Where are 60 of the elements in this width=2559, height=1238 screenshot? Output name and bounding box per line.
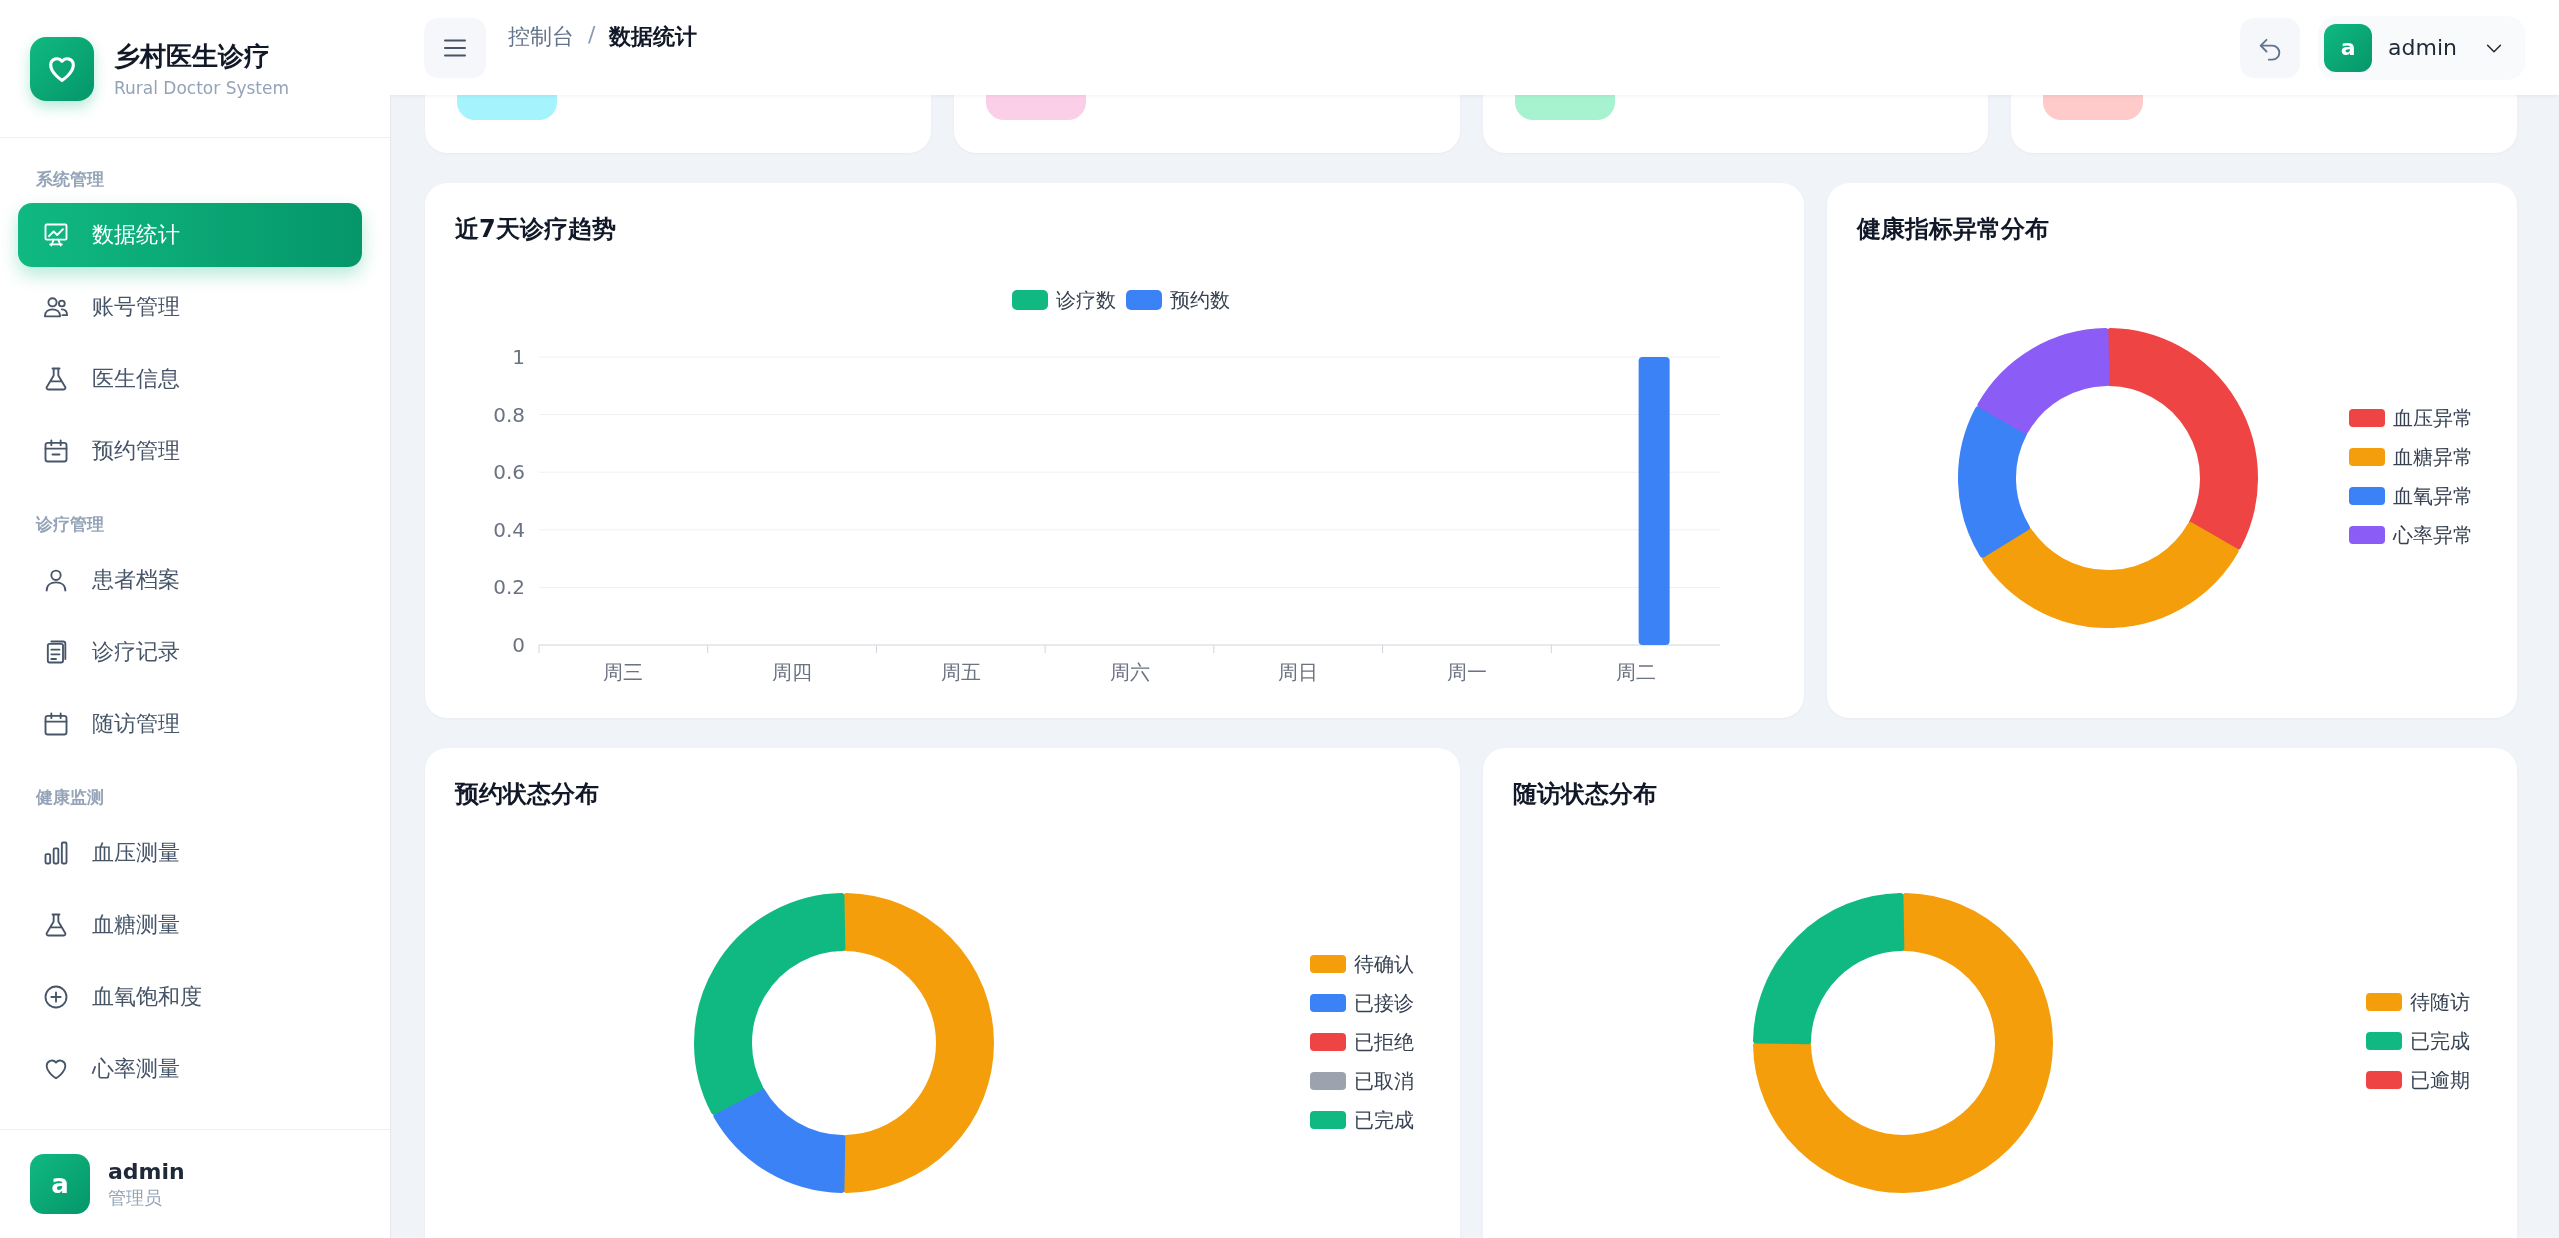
menu-button[interactable] <box>424 17 486 78</box>
legend-label[interactable]: 已接诊 <box>1354 991 1414 1015</box>
sidebar-item[interactable]: 患者档案 <box>18 548 362 612</box>
nav-group-label: 诊疗管理 <box>34 513 105 536</box>
legend-label[interactable]: 已逾期 <box>2409 1068 2470 1092</box>
calendar-icon <box>42 437 70 465</box>
legend-label[interactable]: 已完成 <box>2409 1029 2470 1053</box>
x-tick-label: 周一 <box>1446 660 1487 684</box>
app-subtitle: Rural Doctor System <box>114 78 290 98</box>
sidebar-item[interactable]: 医生信息 <box>18 347 362 411</box>
legend-label[interactable]: 待随访 <box>2409 990 2470 1014</box>
back-arrow-button[interactable] <box>2240 17 2301 78</box>
breadcrumb-separator: / <box>588 22 596 49</box>
y-tick-label: 1 <box>512 345 525 369</box>
user-avatar: a <box>30 1154 90 1214</box>
sidebar-item[interactable]: 血压测量 <box>18 821 362 885</box>
sidebar-item[interactable]: 预约管理 <box>18 419 362 483</box>
legend-label[interactable]: 待确认 <box>1354 952 1414 976</box>
legend-label[interactable]: 血糖异常 <box>2393 445 2474 469</box>
y-tick-label: 0.4 <box>493 517 525 542</box>
y-tick-label: 0.6 <box>493 460 525 485</box>
breadcrumb-link[interactable]: 控制台 <box>508 22 574 52</box>
x-tick-label: 周日 <box>1278 660 1319 684</box>
x-tick-label: 周四 <box>772 660 813 684</box>
x-tick-label: 周六 <box>1109 660 1150 684</box>
app-title: 乡村医生诊疗 <box>114 40 271 73</box>
legend-label[interactable]: 心率异常 <box>2393 523 2474 547</box>
chart-board-icon <box>42 221 70 249</box>
calendar-icon <box>42 710 70 738</box>
nav-group-label: 健康监测 <box>35 786 105 809</box>
y-tick-label: 0.2 <box>493 575 525 600</box>
card-title: 近7天诊疗趋势 <box>455 214 617 245</box>
user-role: 管理员 <box>108 1185 163 1210</box>
x-tick-label: 周二 <box>1615 660 1656 684</box>
y-tick-label: 0 <box>512 633 525 657</box>
y-tick-label: 0.8 <box>493 402 525 427</box>
sidebar-item[interactable]: 血氧饱和度 <box>18 965 362 1029</box>
card-title: 预约状态分布 <box>455 779 600 810</box>
breadcrumb-current: 数据统计 <box>609 23 698 51</box>
sidebar-item[interactable]: 血糖测量 <box>18 893 362 957</box>
nav-group-label: 系统管理 <box>35 168 105 191</box>
sidebar-item[interactable]: 心率测量 <box>18 1037 362 1101</box>
card-title: 健康指标异常分布 <box>1857 214 2051 245</box>
bar-chart-icon <box>42 839 70 867</box>
legend-label[interactable]: 血压异常 <box>2393 406 2474 430</box>
card-title: 随访状态分布 <box>1512 779 1658 810</box>
x-tick-label: 周五 <box>940 660 981 684</box>
x-tick-label: 周三 <box>603 660 644 684</box>
legend-label[interactable]: 血氧异常 <box>2393 484 2474 508</box>
legend-label[interactable]: 已完成 <box>1354 1108 1414 1132</box>
sidebar-item[interactable]: 诊疗记录 <box>18 620 362 684</box>
user-name: admin <box>108 1158 185 1184</box>
user-menu-button[interactable]: a admin <box>2318 15 2525 80</box>
sidebar-item[interactable]: 账号管理 <box>18 275 362 339</box>
legend-label[interactable]: 已拒绝 <box>1354 1030 1414 1054</box>
sidebar-item[interactable]: 随访管理 <box>18 692 362 756</box>
legend-label[interactable]: 已取消 <box>1354 1069 1414 1093</box>
plus-circle-icon <box>42 983 70 1011</box>
legend-label[interactable]: 预约数 <box>1170 288 1230 312</box>
legend-label[interactable]: 诊疗数 <box>1056 288 1116 312</box>
